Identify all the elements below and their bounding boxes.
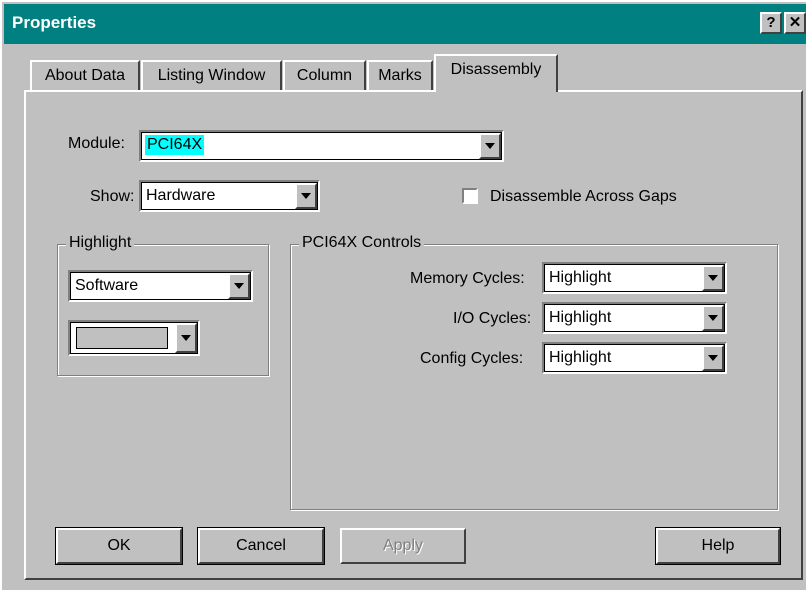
tab-column[interactable]: Column [283, 60, 366, 92]
chevron-down-icon[interactable] [295, 183, 317, 209]
io-cycles-select[interactable]: Highlight [542, 302, 727, 334]
cancel-button[interactable]: Cancel [197, 527, 325, 565]
chevron-down-icon[interactable] [702, 265, 724, 291]
close-icon[interactable]: ✕ [784, 12, 806, 34]
config-cycles-label: Config Cycles: [420, 350, 524, 367]
disassemble-across-gaps-label: Disassemble Across Gaps [490, 188, 677, 205]
memory-cycles-label: Memory Cycles: [410, 270, 525, 287]
module-select-value: PCI64X [145, 135, 205, 155]
show-select[interactable]: Hardware [139, 180, 320, 212]
help-icon[interactable]: ? [760, 12, 782, 34]
tab-panel-disassembly: Module: PCI64X Show: Hardware Disassembl… [24, 90, 803, 580]
highlight-groupbox [57, 244, 269, 376]
highlight-type-value: Software [75, 277, 139, 294]
apply-button[interactable]: Apply [340, 528, 466, 564]
tab-marks[interactable]: Marks [367, 60, 433, 92]
io-cycles-label: I/O Cycles: [453, 310, 532, 327]
config-cycles-value: Highlight [549, 349, 612, 366]
highlight-type-select[interactable]: Software [68, 270, 253, 302]
module-label: Module: [68, 135, 125, 152]
module-select[interactable]: PCI64X [139, 130, 504, 162]
pci64x-controls-group-title: PCI64X Controls [299, 234, 425, 252]
chevron-down-icon[interactable] [702, 345, 724, 371]
tab-disassembly[interactable]: Disassembly [434, 54, 558, 92]
color-swatch [76, 327, 168, 349]
config-cycles-select[interactable]: Highlight [542, 342, 727, 374]
tab-about-data[interactable]: About Data [30, 60, 140, 92]
help-button[interactable]: Help [655, 527, 781, 565]
chevron-down-icon[interactable] [228, 273, 250, 299]
memory-cycles-value: Highlight [549, 269, 612, 286]
tab-listing-window[interactable]: Listing Window [141, 60, 282, 92]
chevron-down-icon[interactable] [175, 323, 197, 353]
show-label: Show: [90, 188, 135, 205]
window-title: Properties [12, 13, 97, 32]
highlight-group-title: Highlight [66, 234, 135, 252]
show-select-value: Hardware [146, 187, 216, 204]
ok-button[interactable]: OK [55, 527, 183, 565]
highlight-color-select[interactable] [68, 320, 200, 356]
io-cycles-value: Highlight [549, 309, 612, 326]
chevron-down-icon[interactable] [702, 305, 724, 331]
disassemble-across-gaps-checkbox[interactable] [462, 188, 478, 204]
properties-dialog: Properties ? ✕ About Data Listing Window… [0, 0, 806, 590]
chevron-down-icon[interactable] [479, 133, 501, 159]
memory-cycles-select[interactable]: Highlight [542, 262, 727, 294]
title-bar[interactable]: Properties ? ✕ [4, 4, 806, 44]
